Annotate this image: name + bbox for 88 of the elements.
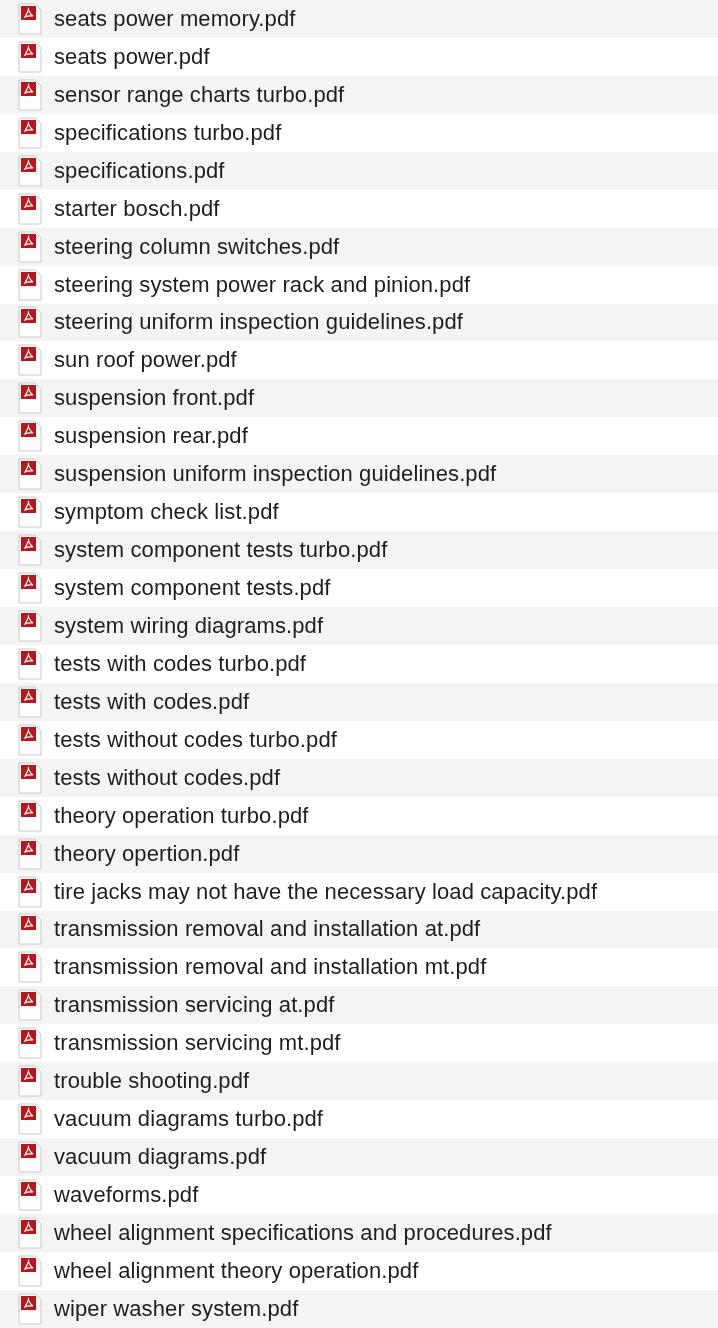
pdf-file-icon bbox=[18, 458, 42, 491]
file-row[interactable]: theory opertion.pdf bbox=[0, 834, 718, 873]
pdf-file-icon bbox=[18, 609, 42, 642]
file-name: tests without codes.pdf bbox=[54, 764, 281, 791]
pdf-file-icon bbox=[18, 1027, 42, 1060]
pdf-file-icon bbox=[18, 192, 42, 225]
file-name: sun roof power.pdf bbox=[54, 347, 237, 374]
pdf-file-icon bbox=[18, 1065, 42, 1098]
file-name: suspension front.pdf bbox=[54, 385, 255, 412]
file-name: steering column switches.pdf bbox=[54, 233, 340, 260]
pdf-file-icon bbox=[18, 420, 42, 453]
pdf-file-icon bbox=[18, 268, 42, 301]
file-name: transmission removal and installation at.pdf bbox=[54, 916, 481, 943]
file-name: suspension uniform inspection guidelines.pdf bbox=[54, 461, 497, 488]
file-name: tests without codes turbo.pdf bbox=[54, 726, 337, 753]
pdf-file-icon bbox=[18, 913, 42, 946]
file-name: transmission servicing mt.pdf bbox=[54, 1030, 341, 1057]
file-row[interactable]: steering uniform inspection guidelines.pdf bbox=[0, 303, 718, 342]
file-row[interactable]: system component tests turbo.pdf bbox=[0, 531, 718, 570]
pdf-file-icon bbox=[18, 1179, 42, 1212]
file-row[interactable]: tests without codes.pdf bbox=[0, 758, 718, 797]
file-row[interactable]: transmission servicing at.pdf bbox=[0, 986, 718, 1025]
pdf-file-icon bbox=[18, 837, 42, 870]
file-row[interactable]: seats power memory.pdf bbox=[0, 0, 718, 38]
pdf-file-icon bbox=[18, 154, 42, 187]
pdf-file-icon bbox=[18, 799, 42, 832]
pdf-file-icon bbox=[18, 230, 42, 263]
file-name: theory opertion.pdf bbox=[54, 840, 240, 867]
file-row[interactable]: system wiring diagrams.pdf bbox=[0, 607, 718, 645]
pdf-file-icon bbox=[18, 344, 42, 377]
file-name: transmission servicing at.pdf bbox=[54, 992, 335, 1019]
file-row[interactable]: vacuum diagrams.pdf bbox=[0, 1138, 718, 1177]
file-name: tests with codes.pdf bbox=[54, 688, 250, 715]
pdf-file-icon bbox=[18, 1292, 42, 1325]
pdf-file-icon bbox=[18, 496, 42, 529]
file-row[interactable]: suspension uniform inspection guidelines.pdf bbox=[0, 455, 718, 494]
file-row[interactable]: specifications.pdf bbox=[0, 151, 718, 190]
file-name: seats power.pdf bbox=[54, 43, 210, 70]
file-row[interactable]: steering column switches.pdf bbox=[0, 227, 718, 266]
pdf-file-icon bbox=[18, 78, 42, 111]
pdf-file-icon bbox=[18, 1103, 42, 1136]
file-name: tire jacks may not have the necessary load capacity.pdf bbox=[54, 878, 598, 905]
file-name: specifications turbo.pdf bbox=[54, 119, 282, 146]
file-name: system wiring diagrams.pdf bbox=[54, 612, 324, 639]
file-row[interactable]: transmission removal and installation at.pdf bbox=[0, 910, 718, 949]
file-row[interactable]: trouble shooting.pdf bbox=[0, 1062, 718, 1101]
file-name: starter bosch.pdf bbox=[54, 195, 220, 222]
file-name: steering uniform inspection guidelines.pdf bbox=[54, 309, 463, 336]
pdf-file-icon bbox=[18, 2, 42, 35]
file-name: vacuum diagrams.pdf bbox=[54, 1144, 267, 1171]
file-name: transmission removal and installation mt.pdf bbox=[54, 954, 487, 981]
pdf-file-icon bbox=[18, 875, 42, 908]
file-name: wiper washer system.pdf bbox=[54, 1295, 299, 1322]
file-name: system component tests.pdf bbox=[54, 575, 331, 602]
file-name: symptom check list.pdf bbox=[54, 499, 279, 526]
file-name: wheel alignment specifications and procedures.pdf bbox=[54, 1219, 552, 1246]
pdf-file-icon bbox=[18, 989, 42, 1022]
pdf-file-icon bbox=[18, 761, 42, 794]
pdf-file-icon bbox=[18, 1254, 42, 1287]
file-name: specifications.pdf bbox=[54, 157, 225, 184]
file-name: trouble shooting.pdf bbox=[54, 1068, 250, 1095]
pdf-file-icon bbox=[18, 40, 42, 73]
pdf-file-icon bbox=[18, 382, 42, 415]
pdf-file-icon bbox=[18, 572, 42, 605]
pdf-file-icon bbox=[18, 685, 42, 718]
file-row[interactable]: tests with codes.pdf bbox=[0, 682, 718, 721]
pdf-file-icon bbox=[18, 1216, 42, 1249]
file-name: system component tests turbo.pdf bbox=[54, 537, 388, 564]
pdf-file-icon bbox=[18, 534, 42, 567]
file-name: tests with codes turbo.pdf bbox=[54, 650, 307, 677]
file-name: seats power memory.pdf bbox=[54, 5, 296, 32]
pdf-file-icon bbox=[18, 951, 42, 984]
pdf-file-icon bbox=[18, 1141, 42, 1174]
file-name: suspension rear.pdf bbox=[54, 423, 248, 450]
file-name: vacuum diagrams turbo.pdf bbox=[54, 1106, 324, 1133]
pdf-file-icon bbox=[18, 306, 42, 339]
file-row[interactable]: suspension front.pdf bbox=[0, 379, 718, 418]
pdf-file-icon bbox=[18, 116, 42, 149]
file-name: waveforms.pdf bbox=[54, 1182, 199, 1209]
file-row[interactable]: sensor range charts turbo.pdf bbox=[0, 75, 718, 114]
file-name: sensor range charts turbo.pdf bbox=[54, 81, 345, 108]
pdf-file-icon bbox=[18, 723, 42, 756]
file-name: steering system power rack and pinion.pdf bbox=[54, 271, 471, 298]
file-name: theory operation turbo.pdf bbox=[54, 802, 309, 829]
file-row[interactable]: wiper washer system.pdf bbox=[0, 1289, 718, 1328]
file-name: wheel alignment theory operation.pdf bbox=[54, 1257, 419, 1284]
file-row[interactable]: wheel alignment specifications and procedures.pdf bbox=[0, 1214, 718, 1252]
pdf-file-icon bbox=[18, 647, 42, 680]
